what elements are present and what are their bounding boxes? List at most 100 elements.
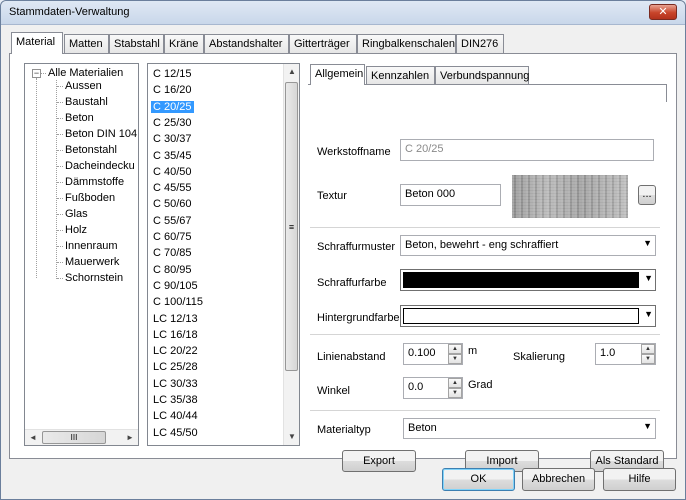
list-item[interactable]: C 100/115 <box>153 296 203 308</box>
linienabstand-value: 0.100 <box>408 347 436 359</box>
list-item[interactable]: C 90/105 <box>153 280 198 292</box>
tree-root-all-materials[interactable]: Alle Materialien <box>48 67 123 79</box>
schraffurmuster-dropdown[interactable]: Beton, bewehrt - eng schraffiert ▼ <box>400 235 656 256</box>
skalierung-spinner[interactable]: 1.0 ▲ ▼ <box>595 343 656 365</box>
tree-item[interactable]: Holz <box>65 224 87 236</box>
tree-item[interactable]: Innenraum <box>65 240 118 252</box>
schraffurfarbe-color-picker[interactable]: ▼ <box>400 269 656 291</box>
tree-item[interactable]: Mauerwerk <box>65 256 119 268</box>
schraffurfarbe-label: Schraffurfarbe <box>317 277 387 289</box>
dialog-window: Stammdaten-Verwaltung ✕ Material Matten … <box>0 0 686 500</box>
list-item[interactable]: LC 35/38 <box>153 394 198 406</box>
list-item[interactable]: C 30/37 <box>153 133 192 145</box>
list-item[interactable]: LC 30/33 <box>153 378 198 390</box>
tab-divider <box>666 84 667 102</box>
list-item[interactable]: LC 16/18 <box>153 329 198 341</box>
list-item[interactable]: LC 20/22 <box>153 345 198 357</box>
tab-verbundspannung[interactable]: Verbundspannung <box>435 66 529 84</box>
spin-down-icon[interactable]: ▼ <box>448 354 462 364</box>
winkel-unit: Grad <box>468 379 493 391</box>
tab-kennzahlen[interactable]: Kennzahlen <box>366 66 435 84</box>
background-color-swatch <box>403 308 639 324</box>
textur-field[interactable]: Beton 000 <box>400 184 501 206</box>
tab-stabstahl[interactable]: Stabstahl <box>109 34 164 53</box>
spin-up-icon[interactable]: ▲ <box>448 344 462 354</box>
material-list[interactable]: C 12/15 C 16/20 C 20/25 C 25/30 C 30/37 C 35/… <box>147 63 300 446</box>
tree-line <box>36 78 37 278</box>
list-item[interactable]: LC 45/50 <box>153 427 198 439</box>
scroll-right-icon[interactable]: ► <box>122 430 138 446</box>
list-item[interactable]: LC 40/44 <box>153 410 198 422</box>
material-list-scrollbar[interactable]: ▲ ≡ ▼ <box>283 64 299 445</box>
spin-down-icon[interactable]: ▼ <box>641 354 655 364</box>
category-tree[interactable]: − Alle Materialien Aussen Baustahl Beton Be… <box>24 63 139 446</box>
materialtyp-dropdown[interactable]: Beton ▼ <box>403 418 656 439</box>
winkel-value: 0.0 <box>408 381 424 393</box>
close-button[interactable]: ✕ <box>649 4 677 20</box>
tab-abstandshalter[interactable]: Abstandshalter <box>204 34 289 53</box>
list-item[interactable]: LC 12/13 <box>153 313 198 325</box>
list-item[interactable]: C 25/30 <box>153 117 192 129</box>
spin-up-icon[interactable]: ▲ <box>641 344 655 354</box>
scroll-down-icon[interactable]: ▼ <box>284 429 299 445</box>
tree-item[interactable]: Dacheindecku <box>65 160 135 172</box>
tree-item[interactable]: Beton DIN 104 <box>65 128 137 140</box>
tab-material[interactable]: Material <box>11 32 63 54</box>
scroll-left-icon[interactable]: ◄ <box>25 430 41 446</box>
tree-horizontal-scrollbar[interactable]: ◄ III ► <box>25 429 138 445</box>
chevron-down-icon: ▼ <box>643 238 652 248</box>
hintergrundfarbe-color-picker[interactable]: ▼ <box>400 305 656 327</box>
scroll-thumb[interactable]: III <box>42 431 106 444</box>
list-item[interactable]: C 16/20 <box>153 84 192 96</box>
ok-button[interactable]: OK <box>442 468 515 491</box>
list-item[interactable]: C 20/25 <box>151 100 194 113</box>
winkel-spinner[interactable]: 0.0 ▲ ▼ <box>403 377 463 399</box>
export-button[interactable]: Export <box>342 450 416 472</box>
browse-texture-button[interactable]: ... <box>638 185 656 205</box>
list-item[interactable]: C 55/67 <box>153 215 192 227</box>
scroll-up-icon[interactable]: ▲ <box>284 64 299 80</box>
spin-down-icon[interactable]: ▼ <box>448 388 462 398</box>
scroll-thumb[interactable]: ≡ <box>285 82 298 371</box>
werkstoffname-field[interactable]: C 20/25 <box>400 139 654 161</box>
tab-ringbalkenschalen[interactable]: Ringbalkenschalen <box>357 34 456 53</box>
materialtyp-value: Beton <box>408 422 437 434</box>
cancel-button[interactable]: Abbrechen <box>522 468 595 491</box>
list-item[interactable]: C 80/95 <box>153 264 192 276</box>
list-item[interactable]: C 45/55 <box>153 182 192 194</box>
linienabstand-unit: m <box>468 345 478 357</box>
skalierung-label: Skalierung <box>513 351 565 363</box>
list-item[interactable]: LC 25/28 <box>153 361 198 373</box>
werkstoffname-label: Werkstoffname <box>317 146 391 158</box>
tree-item[interactable]: Betonstahl <box>65 144 117 156</box>
hintergrundfarbe-label: Hintergrundfarbe <box>317 312 400 324</box>
list-item[interactable]: C 35/45 <box>153 150 192 162</box>
tree-item[interactable]: Beton <box>65 112 94 124</box>
tab-din276[interactable]: DIN276 <box>456 34 504 53</box>
tab-gittertraeger[interactable]: Gitterträger <box>289 34 357 53</box>
linienabstand-spinner[interactable]: 0.100 ▲ ▼ <box>403 343 463 365</box>
tree-item[interactable]: Dämmstoffe <box>65 176 124 188</box>
list-item[interactable]: C 12/15 <box>153 68 192 80</box>
list-item[interactable]: C 40/50 <box>153 166 192 178</box>
spin-up-icon[interactable]: ▲ <box>448 378 462 388</box>
list-item[interactable]: C 50/60 <box>153 198 192 210</box>
tab-kraene[interactable]: Kräne <box>164 34 204 53</box>
tree-item[interactable]: Aussen <box>65 80 102 92</box>
schraffurmuster-value: Beton, bewehrt - eng schraffiert <box>405 239 559 251</box>
separator <box>310 227 660 228</box>
list-item[interactable]: C 70/85 <box>153 247 192 259</box>
tree-collapse-icon[interactable]: − <box>32 69 41 78</box>
tab-matten[interactable]: Matten <box>64 34 109 53</box>
skalierung-value: 1.0 <box>600 347 616 359</box>
tree-item[interactable]: Glas <box>65 208 88 220</box>
tree-item[interactable]: Baustahl <box>65 96 108 108</box>
help-button[interactable]: Hilfe <box>603 468 676 491</box>
tree-item[interactable]: Schornstein <box>65 272 123 284</box>
tab-allgemein[interactable]: Allgemein <box>310 64 365 85</box>
title-bar[interactable]: Stammdaten-Verwaltung ✕ <box>1 1 685 25</box>
window-title: Stammdaten-Verwaltung <box>9 6 130 18</box>
tree-line <box>57 198 63 199</box>
list-item[interactable]: C 60/75 <box>153 231 192 243</box>
tree-item[interactable]: Fußboden <box>65 192 115 204</box>
